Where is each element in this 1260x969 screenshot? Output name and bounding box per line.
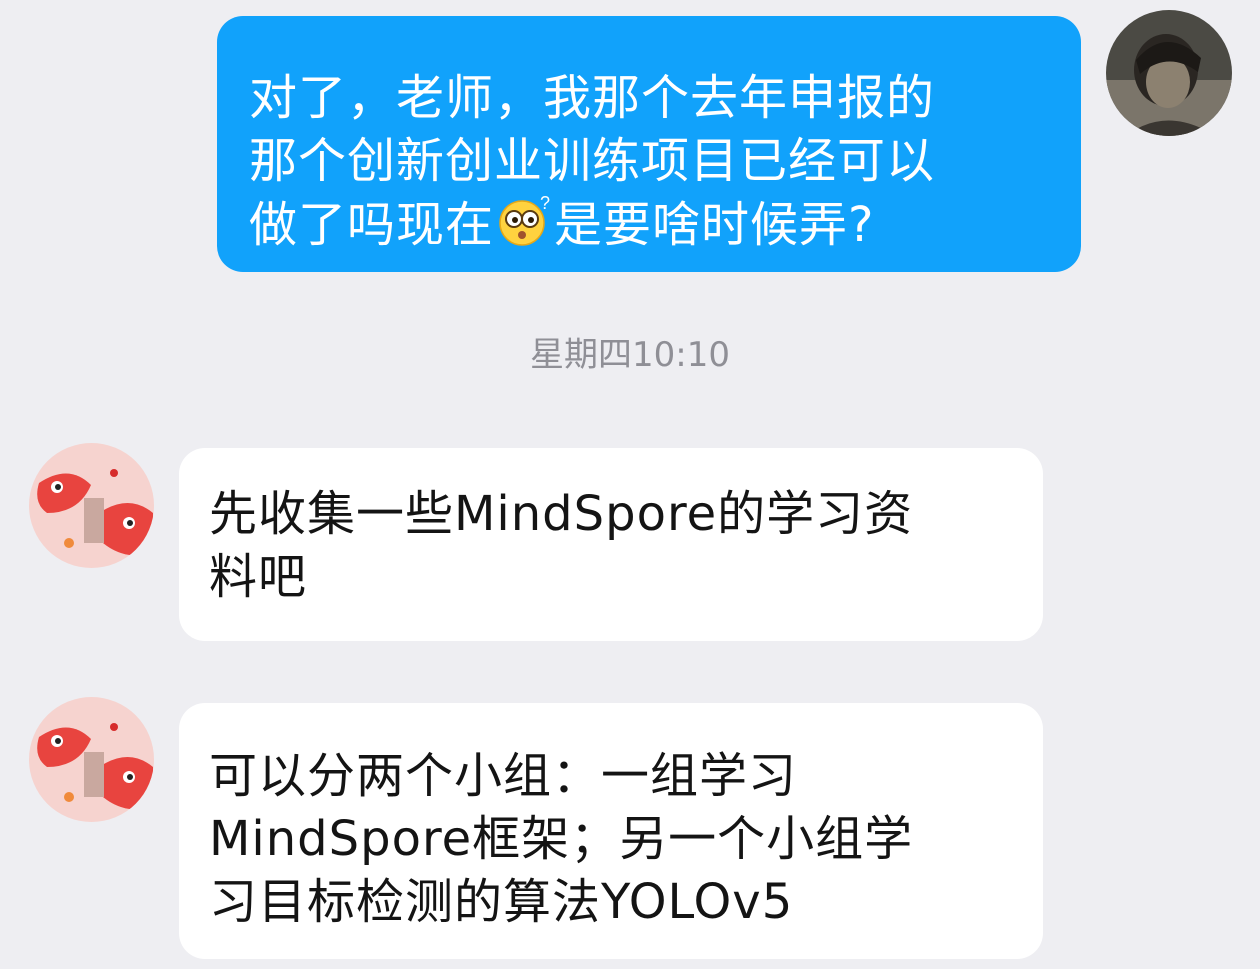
outgoing-message-bubble[interactable]: 对了，老师，我那个去年申报的 那个创新创业训练项目已经可以 做了吗现在 ? 是要… — [217, 16, 1081, 272]
message-line: 料吧 — [209, 549, 308, 605]
self-avatar[interactable] — [1106, 10, 1232, 136]
koi-fish-avatar-icon — [29, 697, 154, 822]
svg-text:?: ? — [540, 193, 551, 213]
message-text: 做了吗现在 — [249, 197, 495, 253]
message-line: 可以分两个小组：一组学习 — [209, 748, 798, 804]
message-timestamp: 星期四10:10 — [530, 335, 730, 375]
thinking-face-icon: ? — [496, 193, 552, 249]
teacher-avatar[interactable] — [29, 443, 154, 568]
message-line: 对了，老师，我那个去年申报的 — [249, 70, 936, 126]
message-line: 做了吗现在 ? 是要啥时候弄? — [249, 193, 1041, 257]
koi-fish-avatar-icon — [29, 443, 154, 568]
message-line: 那个创新创业训练项目已经可以 — [249, 133, 936, 189]
message-text: 是要啥时候弄? — [554, 197, 875, 253]
person-photo-icon — [1106, 10, 1232, 136]
incoming-message-bubble[interactable]: 可以分两个小组：一组学习 MindSpore框架；另一个小组学 习目标检测的算法… — [179, 703, 1043, 959]
incoming-message-bubble[interactable]: 先收集一些MindSpore的学习资 料吧 — [179, 448, 1043, 641]
message-line: MindSpore框架；另一个小组学 — [209, 811, 914, 867]
message-line: 先收集一些MindSpore的学习资 — [209, 486, 914, 542]
message-line: 习目标检测的算法YOLOv5 — [209, 874, 794, 930]
teacher-avatar[interactable] — [29, 697, 154, 822]
